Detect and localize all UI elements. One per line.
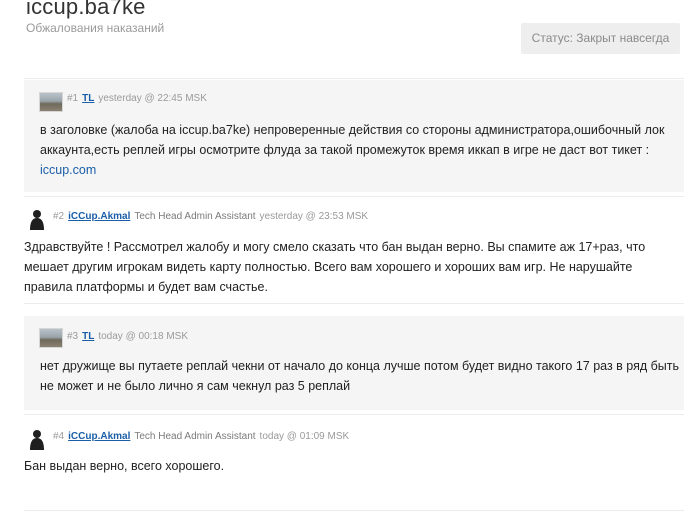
avatar-silhouette-icon[interactable]	[28, 428, 46, 450]
divider	[24, 303, 684, 304]
author-link[interactable]: iCCup.Akmal	[68, 211, 130, 222]
post-4: #4 iCCup.Akmal Tech Head Admin Assistant…	[0, 420, 694, 490]
post-body: Бан выдан верно, всего хорошего.	[24, 459, 225, 473]
post-time: yesterday @ 22:45 MSK	[98, 93, 207, 104]
post-text: в заголовке (жалоба на iccup.ba7ke) непр…	[40, 123, 665, 157]
post-header: #3 TL today @ 00:18 MSK	[67, 331, 188, 342]
author-link[interactable]: TL	[82, 93, 94, 104]
post-time: today @ 00:18 MSK	[98, 331, 188, 342]
post-time: yesterday @ 23:53 MSK	[259, 211, 369, 222]
author-link[interactable]: iCCup.Akmal	[68, 431, 130, 442]
avatar[interactable]	[39, 92, 63, 112]
divider	[24, 78, 684, 79]
post-body: Здравствуйте ! Рассмотрел жалобу и могу …	[24, 240, 646, 294]
post-number: #1	[67, 93, 79, 104]
avatar[interactable]	[39, 328, 63, 348]
author-role: Tech Head Admin Assistant	[134, 431, 256, 442]
post-header: #1 TL yesterday @ 22:45 MSK	[67, 93, 207, 104]
post-header: #2 iCCup.Akmal Tech Head Admin Assistant…	[53, 211, 368, 222]
post-time: today @ 01:09 MSK	[259, 431, 350, 442]
post-number: #2	[53, 211, 65, 222]
post-3: #3 TL today @ 00:18 MSK нет дружище вы п…	[24, 316, 684, 410]
post-number: #4	[53, 431, 65, 442]
divider	[24, 510, 684, 511]
post-1: #1 TL yesterday @ 22:45 MSK в заголовке …	[24, 80, 684, 192]
topic-title: iccup.ba7ke	[26, 0, 146, 19]
divider	[24, 196, 684, 197]
post-header: #4 iCCup.Akmal Tech Head Admin Assistant…	[53, 431, 349, 442]
post-body: в заголовке (жалоба на iccup.ba7ke) непр…	[40, 120, 670, 180]
ticket-link[interactable]: iccup.com	[40, 163, 96, 177]
divider	[24, 414, 684, 415]
post-number: #3	[67, 331, 79, 342]
author-link[interactable]: TL	[82, 331, 94, 342]
topic-subtitle: Обжалования наказаний	[26, 21, 165, 35]
post-2: #2 iCCup.Akmal Tech Head Admin Assistant…	[0, 200, 694, 300]
status-badge: Статус: Закрыт навсегда	[521, 23, 680, 54]
author-role: Tech Head Admin Assistant	[134, 211, 256, 222]
post-body: нет дружище вы путаете реплай чекни от н…	[40, 359, 680, 393]
avatar-silhouette-icon[interactable]	[28, 208, 46, 230]
